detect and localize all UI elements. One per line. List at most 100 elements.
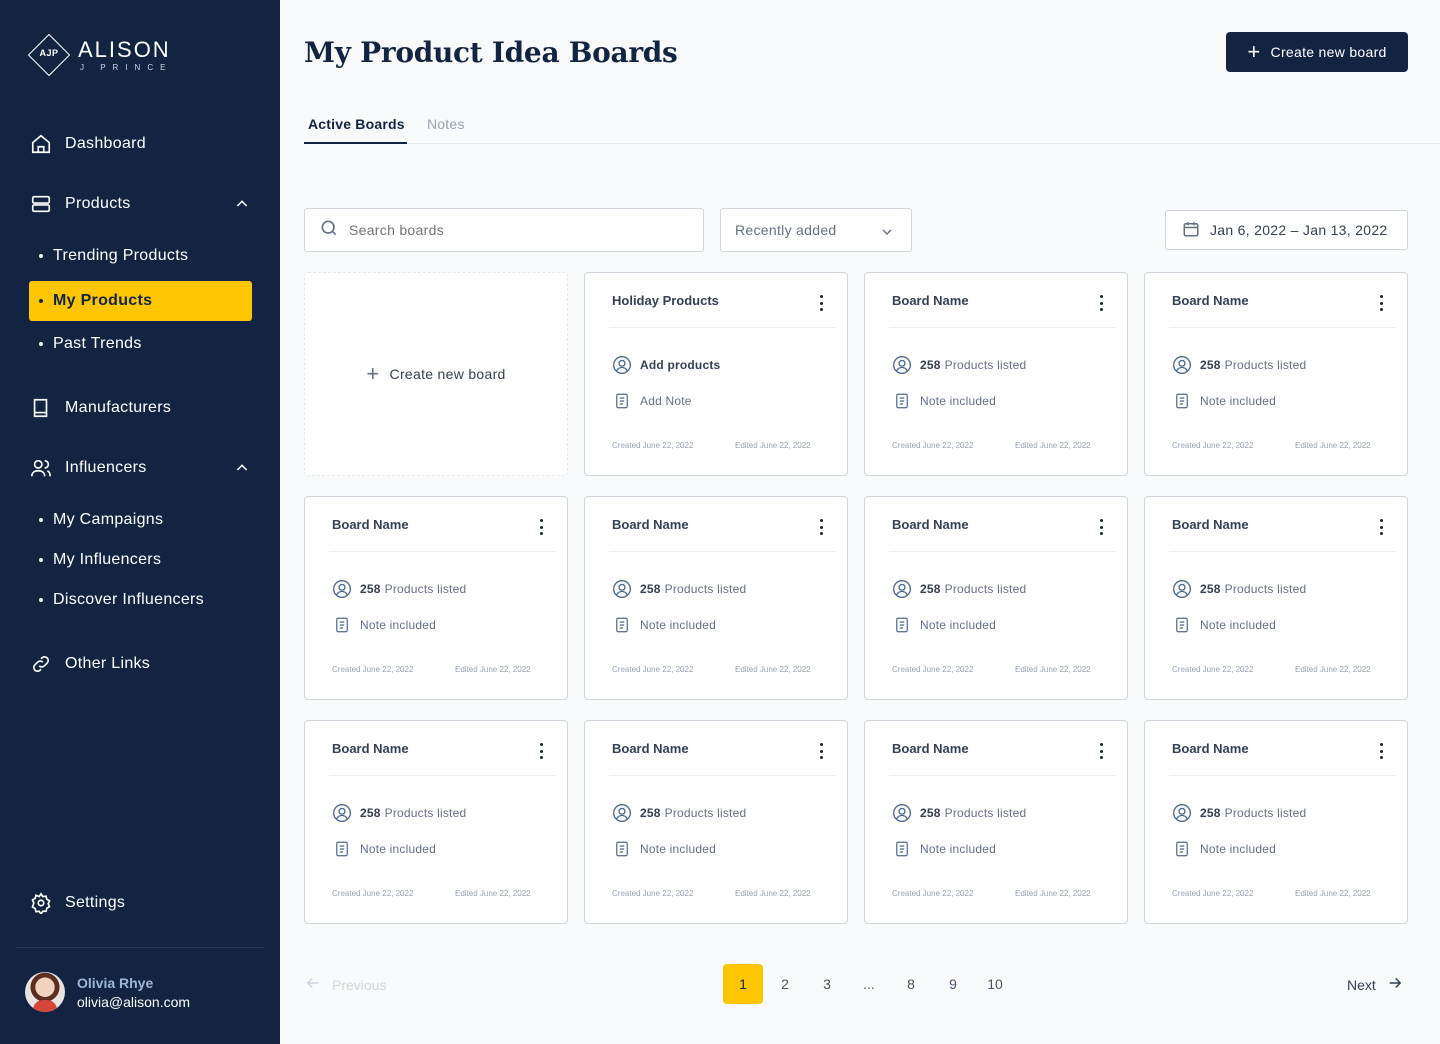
create-board-card[interactable]: + Create new board <box>304 272 568 476</box>
search-box[interactable] <box>304 208 704 252</box>
created-date: Created June 22, 2022 <box>892 889 974 898</box>
board-card[interactable]: Board Name 258 Products listed Note include… <box>304 720 568 924</box>
more-vertical-icon[interactable] <box>1375 517 1387 537</box>
user-circle-icon <box>892 579 912 599</box>
board-title: Board Name <box>892 293 969 308</box>
board-title: Board Name <box>892 741 969 756</box>
search-input[interactable] <box>349 222 689 238</box>
board-card[interactable]: Board Name 258 Products listed Note include… <box>864 496 1128 700</box>
board-card[interactable]: Board Name 258 Products listed Note include… <box>1144 720 1408 924</box>
more-vertical-icon[interactable] <box>1095 517 1107 537</box>
document-icon <box>1172 615 1192 635</box>
card-divider <box>1169 551 1395 552</box>
products-count: 258 <box>360 806 381 820</box>
products-count: 258 <box>920 806 941 820</box>
board-title: Board Name <box>332 741 409 756</box>
note-label: Note included <box>1200 842 1276 856</box>
more-vertical-icon[interactable] <box>1095 741 1107 761</box>
tab-active-boards[interactable]: Active Boards <box>308 116 405 132</box>
board-card[interactable]: Board Name 258 Products listed Note include… <box>584 496 848 700</box>
link-icon <box>28 651 54 677</box>
products-label: Add products <box>640 358 721 372</box>
products-count: 258 <box>1200 358 1221 372</box>
document-icon <box>612 839 632 859</box>
create-board-button[interactable]: + Create new board <box>1226 32 1408 72</box>
card-divider <box>609 775 835 776</box>
board-card[interactable]: Board Name 258 Products listed Note include… <box>304 496 568 700</box>
more-vertical-icon[interactable] <box>815 293 827 313</box>
logo-mark: AJP <box>26 32 72 78</box>
sidebar-item-trending-products[interactable]: Trending Products <box>29 236 252 276</box>
brand-logo[interactable]: AJP ALISON J PRINCE <box>26 32 172 78</box>
note-row: Note included <box>332 839 436 859</box>
board-card[interactable]: Board Name 258 Products listed Note include… <box>1144 496 1408 700</box>
card-divider <box>889 775 1115 776</box>
nav-settings[interactable]: Settings <box>28 883 252 923</box>
sidebar-item-my-influencers[interactable]: My Influencers <box>29 540 252 580</box>
page-number-button[interactable]: 10 <box>975 964 1015 1004</box>
sidebar-item-label: Past Trends <box>53 335 142 352</box>
note-label: Note included <box>360 842 436 856</box>
avatar <box>25 972 65 1012</box>
sidebar-item-my-campaigns[interactable]: My Campaigns <box>29 500 252 540</box>
sidebar-item-discover-influencers[interactable]: Discover Influencers <box>29 580 252 620</box>
nav-other-links[interactable]: Other Links <box>28 644 252 684</box>
board-card[interactable]: Board Name 258 Products listed Note include… <box>584 720 848 924</box>
nav-dashboard[interactable]: Dashboard <box>28 124 252 164</box>
note-label: Note included <box>920 618 996 632</box>
more-vertical-icon[interactable] <box>1375 293 1387 313</box>
page-number-button[interactable]: 3 <box>807 964 847 1004</box>
date-range-picker[interactable]: Jan 6, 2022 – Jan 13, 2022 <box>1165 210 1408 250</box>
note-row[interactable]: Add Note <box>612 391 692 411</box>
products-row[interactable]: Add products <box>612 355 724 375</box>
products-row: 258 Products listed <box>612 579 746 599</box>
more-vertical-icon[interactable] <box>535 517 547 537</box>
more-vertical-icon[interactable] <box>815 741 827 761</box>
sidebar-item-label: Discover Influencers <box>53 591 204 608</box>
board-card[interactable]: Board Name 258 Products listed Note include… <box>1144 272 1408 476</box>
products-row: 258 Products listed <box>892 803 1026 823</box>
board-title: Board Name <box>612 517 689 532</box>
more-vertical-icon[interactable] <box>535 741 547 761</box>
sort-select[interactable]: Recently added <box>720 208 912 252</box>
page-number-button[interactable]: 1 <box>723 964 763 1004</box>
board-title: Board Name <box>1172 293 1249 308</box>
user-circle-icon <box>612 355 632 375</box>
page-number-button[interactable]: 9 <box>933 964 973 1004</box>
more-vertical-icon[interactable] <box>1095 293 1107 313</box>
tab-notes[interactable]: Notes <box>427 116 465 132</box>
note-label: Note included <box>1200 394 1276 408</box>
created-date: Created June 22, 2022 <box>612 665 694 674</box>
nav-products[interactable]: Products <box>28 184 252 224</box>
nav-influencers[interactable]: Influencers <box>28 448 252 488</box>
note-label: Note included <box>640 618 716 632</box>
next-page-button[interactable]: Next <box>1347 974 1404 995</box>
page-number-button[interactable]: 2 <box>765 964 805 1004</box>
chevron-up-icon[interactable] <box>234 460 250 481</box>
products-count: 258 <box>360 582 381 596</box>
board-card[interactable]: Holiday Products Add products Add Note Crea… <box>584 272 848 476</box>
user-email: olivia@alison.com <box>77 993 191 1010</box>
pagination-ellipsis: ... <box>863 976 875 992</box>
user-circle-icon <box>892 803 912 823</box>
tab-underline <box>304 142 407 144</box>
board-card[interactable]: Board Name 258 Products listed Note include… <box>864 720 1128 924</box>
sidebar-item-past-trends[interactable]: Past Trends <box>29 324 252 364</box>
products-row: 258 Products listed <box>1172 803 1306 823</box>
more-vertical-icon[interactable] <box>1375 741 1387 761</box>
note-row: Note included <box>1172 391 1276 411</box>
board-card[interactable]: Board Name 258 Products listed Note include… <box>864 272 1128 476</box>
page-number-button[interactable]: 8 <box>891 964 931 1004</box>
nav-dashboard-label: Dashboard <box>65 135 146 152</box>
sidebar-item-my-products[interactable]: My Products <box>29 281 252 321</box>
nav-manufacturers[interactable]: Manufacturers <box>28 388 252 428</box>
tab-bar: Active Boards Notes <box>304 104 1440 144</box>
products-count: 258 <box>1200 582 1221 596</box>
user-circle-icon <box>612 579 632 599</box>
card-divider <box>609 551 835 552</box>
previous-page-button[interactable]: Previous <box>304 974 386 995</box>
more-vertical-icon[interactable] <box>815 517 827 537</box>
user-profile[interactable]: Olivia Rhye olivia@alison.com <box>25 972 190 1012</box>
chevron-up-icon[interactable] <box>234 196 250 217</box>
edited-date: Edited June 22, 2022 <box>1015 665 1091 674</box>
